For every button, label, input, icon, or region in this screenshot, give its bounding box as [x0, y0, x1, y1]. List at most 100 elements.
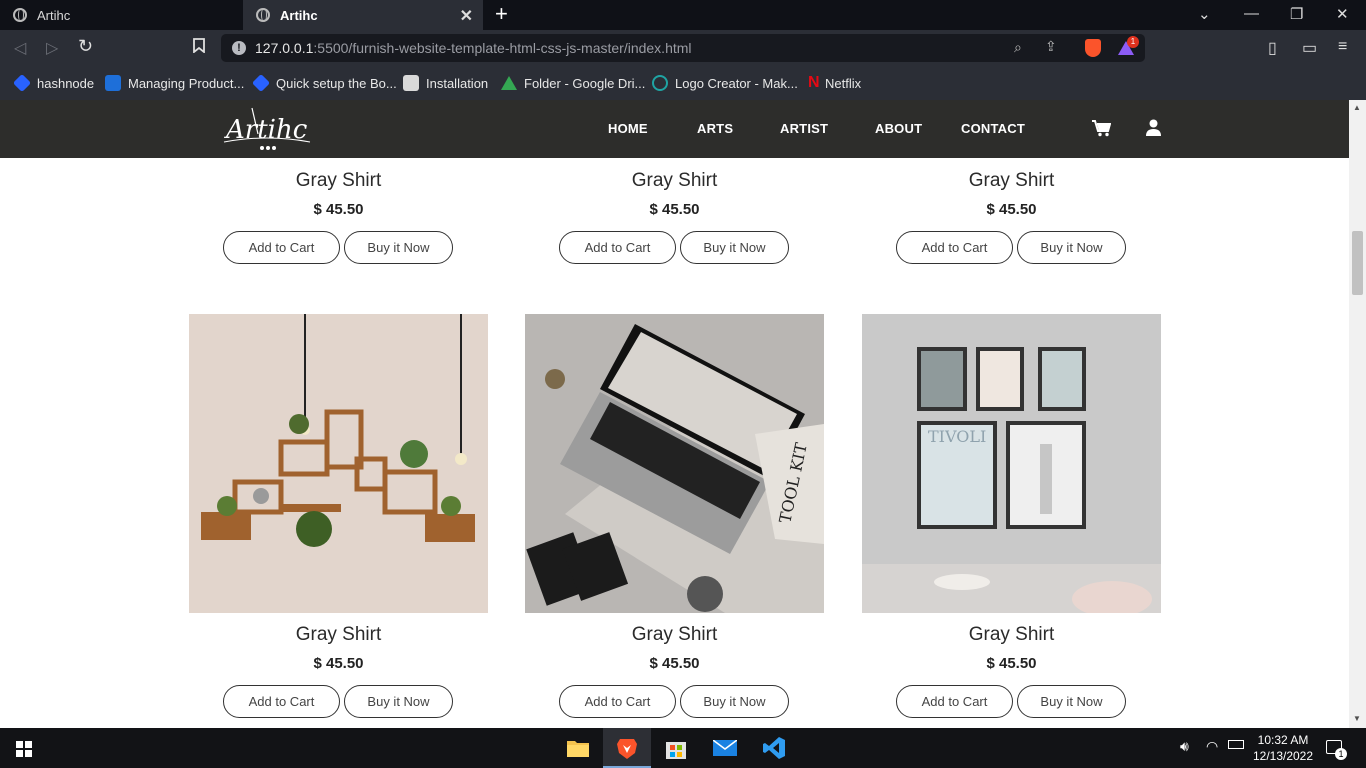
- bookmark-item[interactable]: hashnode: [12, 73, 94, 93]
- microsoft-store-app[interactable]: [652, 728, 700, 768]
- netflix-icon: N: [808, 74, 820, 91]
- minimize-button[interactable]: —: [1244, 5, 1259, 22]
- restore-button[interactable]: ❐: [1290, 5, 1303, 23]
- browser-tab[interactable]: Artihc: [0, 0, 242, 30]
- globe-icon: [256, 8, 270, 22]
- share-icon[interactable]: ⇪: [1045, 38, 1057, 55]
- svg-text:TIVOLI: TIVOLI: [928, 427, 986, 446]
- windows-start-icon[interactable]: [16, 741, 32, 757]
- wallet-icon[interactable]: ▭: [1302, 38, 1317, 58]
- clock-date: 12/13/2022: [1252, 749, 1314, 763]
- product-title: Gray Shirt: [295, 170, 382, 191]
- back-button[interactable]: ◁: [14, 38, 26, 58]
- scroll-thumb[interactable]: [1352, 231, 1363, 295]
- nav-home[interactable]: HOME: [608, 121, 648, 136]
- bookmark-item[interactable]: Quick setup the Bo...: [251, 73, 397, 93]
- product-image-shelves[interactable]: [189, 314, 488, 613]
- add-to-cart-button[interactable]: Add to Cart: [559, 231, 676, 264]
- product-title: Gray Shirt: [968, 624, 1055, 645]
- site-logo[interactable]: Artihc: [222, 104, 312, 154]
- bookmarks-bar: hashnode Managing Product... Quick setup…: [0, 66, 1366, 100]
- nav-artist[interactable]: ARTIST: [780, 121, 828, 136]
- add-to-cart-button[interactable]: Add to Cart: [896, 231, 1013, 264]
- user-icon[interactable]: [1146, 119, 1161, 136]
- page-viewport: Artihc HOME ARTS ARTIST ABOUT CONTACT Gr…: [0, 100, 1349, 728]
- address-bar[interactable]: ! 127.0.0.1:5500/furnish-website-templat…: [221, 34, 1145, 62]
- product-price: $ 45.50: [313, 201, 364, 218]
- scroll-down-arrow[interactable]: ▼: [1353, 714, 1361, 723]
- add-to-cart-button[interactable]: Add to Cart: [223, 231, 340, 264]
- product-title: Gray Shirt: [631, 624, 718, 645]
- brave-icon: [617, 739, 637, 759]
- tab-title: Artihc: [37, 7, 71, 23]
- nav-contact[interactable]: CONTACT: [961, 121, 1025, 136]
- product-price: $ 45.50: [986, 201, 1037, 218]
- folder-icon: [567, 741, 589, 757]
- mail-icon: [713, 740, 737, 756]
- buy-now-button[interactable]: Buy it Now: [680, 685, 789, 718]
- site-info-icon[interactable]: !: [232, 41, 246, 55]
- page-scrollbar[interactable]: ▲ ▼: [1349, 100, 1366, 728]
- close-window-button[interactable]: ✕: [1336, 5, 1349, 23]
- forward-button[interactable]: ▷: [46, 38, 58, 58]
- scroll-up-arrow[interactable]: ▲: [1353, 103, 1361, 112]
- product-price: $ 45.50: [649, 655, 700, 672]
- url-text: 127.0.0.1:5500/furnish-website-template-…: [255, 40, 692, 56]
- notification-count-badge: 1: [1335, 748, 1347, 760]
- buy-now-button[interactable]: Buy it Now: [1017, 685, 1126, 718]
- product-title: Gray Shirt: [968, 170, 1055, 191]
- browser-tab-active[interactable]: Artihc ✕: [243, 0, 483, 30]
- bookmark-item[interactable]: Managing Product...: [105, 73, 244, 93]
- tab-title: Artihc: [280, 7, 318, 23]
- add-to-cart-button[interactable]: Add to Cart: [223, 685, 340, 718]
- battery-icon[interactable]: [1228, 740, 1244, 749]
- quick-setup-icon: [251, 73, 271, 93]
- mail-app[interactable]: [701, 728, 749, 768]
- sidebar-icon[interactable]: ▯: [1268, 38, 1277, 58]
- cart-icon[interactable]: [1092, 120, 1111, 137]
- product-image-laptop[interactable]: TOOL KIT: [525, 314, 824, 613]
- close-tab-icon[interactable]: ✕: [460, 6, 473, 26]
- windows-taskbar: 🔊︎ ◠ 10:32 AM 12/13/2022 1: [0, 728, 1366, 768]
- nav-arts[interactable]: ARTS: [697, 121, 733, 136]
- bookmark-item[interactable]: N Netflix: [808, 73, 861, 93]
- taskbar-clock[interactable]: 10:32 AM 12/13/2022: [1245, 732, 1321, 764]
- product-price: $ 45.50: [986, 655, 1037, 672]
- product-title: Gray Shirt: [631, 170, 718, 191]
- nav-about[interactable]: ABOUT: [875, 121, 922, 136]
- managing-product-icon: [105, 75, 121, 91]
- product-image-posters[interactable]: TIVOLI: [862, 314, 1161, 613]
- clock-time: 10:32 AM: [1257, 733, 1309, 747]
- brave-shields-icon[interactable]: [1085, 39, 1101, 57]
- add-to-cart-button[interactable]: Add to Cart: [896, 685, 1013, 718]
- buy-now-button[interactable]: Buy it Now: [1017, 231, 1126, 264]
- google-drive-icon: [501, 76, 517, 90]
- installation-icon: [403, 75, 419, 91]
- product-title: Gray Shirt: [295, 624, 382, 645]
- bookmark-item[interactable]: Logo Creator - Mak...: [652, 73, 798, 93]
- site-header: Artihc HOME ARTS ARTIST ABOUT CONTACT: [0, 100, 1349, 158]
- hashnode-icon: [12, 73, 32, 93]
- brave-browser-app[interactable]: [603, 728, 651, 768]
- buy-now-button[interactable]: Buy it Now: [680, 231, 789, 264]
- wifi-icon[interactable]: ◠: [1206, 738, 1218, 755]
- logo-creator-icon: [652, 75, 668, 91]
- browser-tab-bar: Artihc Artihc ✕ + ⌄ — ❐ ✕: [0, 0, 1366, 30]
- buy-now-button[interactable]: Buy it Now: [344, 231, 453, 264]
- menu-icon[interactable]: ≡: [1338, 38, 1347, 56]
- product-price: $ 45.50: [649, 201, 700, 218]
- reload-button[interactable]: ↻: [78, 36, 93, 57]
- new-tab-button[interactable]: +: [495, 3, 508, 25]
- add-to-cart-button[interactable]: Add to Cart: [559, 685, 676, 718]
- volume-icon[interactable]: 🔊︎: [1180, 738, 1189, 755]
- tab-search-icon[interactable]: ⌄: [1198, 5, 1211, 23]
- browser-toolbar: ◁ ▷ ↻ ! 127.0.0.1:5500/furnish-website-t…: [0, 30, 1366, 66]
- bookmark-item[interactable]: Folder - Google Dri...: [501, 73, 645, 93]
- vscode-app[interactable]: [750, 728, 798, 768]
- file-explorer-app[interactable]: [554, 728, 602, 768]
- bookmark-page-icon[interactable]: [193, 38, 205, 58]
- vscode-icon: [763, 737, 785, 759]
- buy-now-button[interactable]: Buy it Now: [344, 685, 453, 718]
- zoom-icon[interactable]: ⌕: [1014, 39, 1022, 56]
- bookmark-item[interactable]: Installation: [403, 73, 488, 93]
